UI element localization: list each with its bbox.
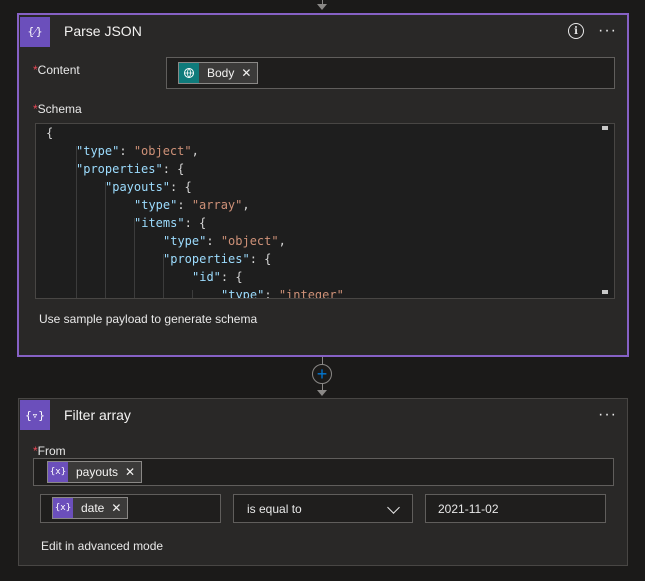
globe-icon xyxy=(179,63,199,83)
from-label: *From xyxy=(33,444,66,458)
variable-icon: {x} xyxy=(48,462,68,482)
data-operation-icon: {⁄} xyxy=(20,16,50,47)
add-step-button[interactable]: + xyxy=(312,364,332,384)
schema-editor[interactable]: { "type": "object", "properties": { "pay… xyxy=(35,123,615,299)
card-title: Parse JSON xyxy=(64,23,142,39)
more-options-icon[interactable]: ··· xyxy=(598,23,617,39)
editor-scrollbar[interactable] xyxy=(602,124,612,298)
scroll-marker xyxy=(602,126,608,130)
remove-token-icon[interactable]: ✕ xyxy=(125,465,135,479)
code-line: "type": "object", xyxy=(76,144,199,158)
schema-label: *Schema xyxy=(33,102,82,116)
filter-icon: {▿} xyxy=(20,400,50,430)
advanced-mode-link[interactable]: Edit in advanced mode xyxy=(41,539,163,553)
code-line: "items": { xyxy=(134,216,207,230)
token-label: date xyxy=(81,501,105,515)
code-line: "properties": { xyxy=(163,252,272,266)
from-field[interactable]: {x} payouts ✕ xyxy=(33,458,614,486)
connector-arrow xyxy=(317,4,327,10)
from-token-payouts[interactable]: {x} payouts ✕ xyxy=(47,461,143,483)
condition-token-date[interactable]: {x} date ✕ xyxy=(52,497,129,519)
code-line: { xyxy=(46,126,54,140)
remove-token-icon[interactable]: ✕ xyxy=(111,501,121,515)
code-line: "id": { xyxy=(192,270,243,284)
content-field[interactable]: Body ✕ xyxy=(166,57,615,89)
condition-right-field[interactable]: 2021-11-02 xyxy=(425,494,606,523)
indent-guide xyxy=(192,290,193,298)
variable-icon: {x} xyxy=(53,498,73,518)
chevron-down-icon xyxy=(387,501,400,514)
filter-array-card[interactable]: {▿} Filter array ··· *From {x} payouts ✕… xyxy=(18,398,628,566)
connector-arrow xyxy=(317,390,327,396)
remove-token-icon[interactable]: ✕ xyxy=(241,66,251,80)
condition-left-field[interactable]: {x} date ✕ xyxy=(40,494,221,523)
token-label: payouts xyxy=(76,465,119,479)
code-line: "type": "object", xyxy=(163,234,286,248)
parse-json-card[interactable]: {⁄} Parse JSON i ··· *Content Body ✕ *Sc… xyxy=(17,13,629,357)
content-label: *Content xyxy=(33,63,80,77)
filter-array-header[interactable]: {▿} Filter array ··· xyxy=(19,399,627,431)
token-label: Body xyxy=(207,66,235,80)
card-title: Filter array xyxy=(64,407,131,423)
code-line: "payouts": { xyxy=(105,180,192,194)
code-line: "type": "integer" xyxy=(221,288,344,299)
indent-guide xyxy=(105,182,106,298)
content-token-body[interactable]: Body ✕ xyxy=(178,62,259,84)
condition-value: 2021-11-02 xyxy=(438,502,499,516)
more-options-icon[interactable]: ··· xyxy=(598,407,617,423)
operator-value: is equal to xyxy=(247,501,302,516)
info-icon[interactable]: i xyxy=(568,23,585,39)
code-line: "type": "array", xyxy=(134,198,250,212)
scroll-marker xyxy=(602,290,608,294)
operator-dropdown[interactable]: is equal to xyxy=(233,494,413,523)
parse-json-header[interactable]: {⁄} Parse JSON i ··· xyxy=(19,15,627,47)
code-line: "properties": { xyxy=(76,162,185,176)
sample-payload-link[interactable]: Use sample payload to generate schema xyxy=(39,312,257,326)
